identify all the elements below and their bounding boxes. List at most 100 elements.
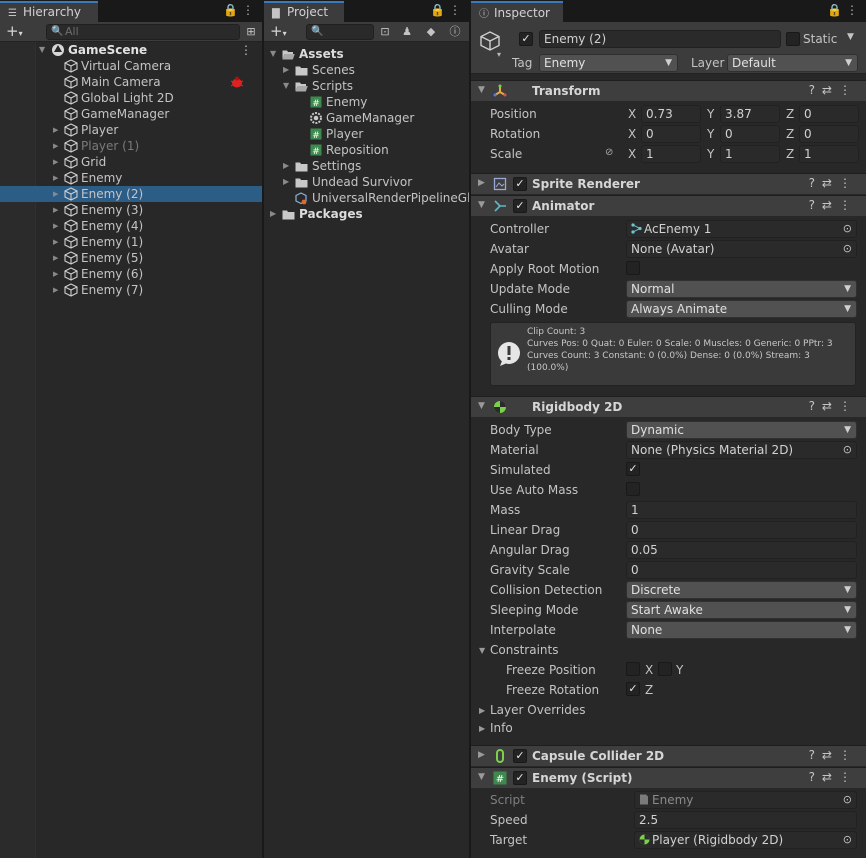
expand-arrow-icon[interactable]: ▶	[479, 724, 485, 733]
label-filter-icon[interactable]: ◆	[422, 24, 440, 40]
object-picker-icon[interactable]: ⊙	[843, 241, 852, 257]
component-controls[interactable]: ?⇄⋮	[809, 770, 858, 784]
collapse-arrow-icon[interactable]: ▼	[479, 646, 485, 655]
script-asset[interactable]: # Enemy	[264, 94, 469, 110]
hierarchy-item[interactable]: ▶ Enemy (4)	[0, 218, 262, 234]
expand-arrow-icon[interactable]: ▶	[53, 250, 58, 266]
project-tab-controls[interactable]: 🔒⋮	[430, 3, 465, 17]
hidden-packages-icon[interactable]: ⓘ	[446, 24, 464, 40]
expand-arrow-icon[interactable]: ▶	[53, 218, 58, 234]
collapse-arrow-icon[interactable]: ▼	[478, 772, 485, 782]
expand-arrow-icon[interactable]: ▶	[53, 122, 58, 138]
scene-row[interactable]: ▼ GameScene ⋮	[0, 42, 262, 58]
hierarchy-item[interactable]: Main Camera	[0, 74, 262, 90]
scenes-folder[interactable]: ▶ Scenes	[264, 62, 469, 78]
collapse-arrow-icon[interactable]: ▼	[478, 401, 485, 411]
expand-arrow-icon[interactable]: ▼	[39, 42, 45, 58]
expand-arrow-icon[interactable]: ▶	[479, 706, 485, 715]
scale-x-field[interactable]: 1	[641, 145, 701, 163]
update-mode-dropdown[interactable]: Normal ▼	[626, 280, 857, 298]
expand-arrow-icon[interactable]: ▶	[283, 62, 289, 78]
script-asset[interactable]: GameManager	[264, 110, 469, 126]
expand-arrow-icon[interactable]: ▶	[53, 186, 58, 202]
component-controls[interactable]: ?⇄⋮	[809, 176, 858, 190]
expand-arrow-icon[interactable]: ▶	[283, 158, 289, 174]
hierarchy-item[interactable]: Global Light 2D	[0, 90, 262, 106]
project-search-input[interactable]: 🔍	[306, 24, 374, 40]
hierarchy-item[interactable]: ▶ Enemy (1)	[0, 234, 262, 250]
rotation-y-field[interactable]: 0	[720, 125, 780, 143]
collision-detection-dropdown[interactable]: Discrete ▼	[626, 581, 857, 599]
object-picker-icon[interactable]: ⊙	[843, 792, 852, 808]
collapse-arrow-icon[interactable]: ▼	[270, 46, 276, 62]
component-controls[interactable]: ?⇄⋮	[809, 83, 858, 97]
scripts-folder[interactable]: ▼ Scripts	[264, 78, 469, 94]
hierarchy-item[interactable]: ▶ Enemy	[0, 170, 262, 186]
hierarchy-item[interactable]: ▶ Grid	[0, 154, 262, 170]
expand-arrow-icon[interactable]: ▶	[270, 206, 276, 222]
transform-header[interactable]: ▼ Transform ?⇄⋮	[471, 80, 866, 101]
sprite-renderer-header[interactable]: ▶ ✓ Sprite Renderer ?⇄⋮	[471, 173, 866, 194]
hierarchy-item[interactable]: ▶ Enemy (2)	[0, 186, 262, 202]
apply-root-motion-checkbox[interactable]	[626, 261, 640, 275]
freeze-position-x-checkbox[interactable]	[626, 662, 640, 676]
expand-arrow-icon[interactable]: ▶	[478, 178, 485, 188]
hierarchy-item[interactable]: ▶ Enemy (3)	[0, 202, 262, 218]
rotation-x-field[interactable]: 0	[641, 125, 701, 143]
gameobject-icon[interactable]	[479, 30, 501, 52]
filter-type-icon[interactable]: ♟	[398, 24, 416, 40]
freeze-position-y-checkbox[interactable]	[658, 662, 672, 676]
enemy-script-header[interactable]: ▼ # ✓ Enemy (Script) ?⇄⋮	[471, 767, 866, 788]
tab-hierarchy[interactable]: ☰ Hierarchy	[0, 1, 98, 22]
enemy-script-enabled-checkbox[interactable]: ✓	[513, 771, 527, 785]
layer-dropdown[interactable]: Default ▼	[727, 54, 858, 72]
expand-arrow-icon[interactable]: ▶	[53, 170, 58, 186]
scene-visibility-icon[interactable]: ⊞	[242, 24, 260, 40]
speed-field[interactable]: 2.5	[634, 811, 857, 829]
urp-asset[interactable]: UniversalRenderPipelineGlo	[264, 190, 469, 206]
use-auto-mass-checkbox[interactable]	[626, 482, 640, 496]
interpolate-dropdown[interactable]: None ▼	[626, 621, 857, 639]
hierarchy-item[interactable]: ▶ Enemy (7)	[0, 282, 262, 298]
gravity-scale-field[interactable]: 0	[626, 561, 857, 579]
component-controls[interactable]: ?⇄⋮	[809, 399, 858, 413]
expand-arrow-icon[interactable]: ▶	[53, 234, 58, 250]
hierarchy-item[interactable]: ▶ Player	[0, 122, 262, 138]
assets-folder[interactable]: ▼ Assets	[264, 46, 469, 62]
position-z-field[interactable]: 0	[799, 105, 859, 123]
settings-folder[interactable]: ▶ Settings	[264, 158, 469, 174]
physics-material-field[interactable]: None (Physics Material 2D) ⊙	[626, 441, 857, 459]
rigidbody-header[interactable]: ▼ Rigidbody 2D ?⇄⋮	[471, 396, 866, 417]
component-controls[interactable]: ?⇄⋮	[809, 748, 858, 762]
tab-project[interactable]: ▇ Project	[264, 1, 344, 22]
script-asset[interactable]: # Player	[264, 126, 469, 142]
rotation-z-field[interactable]: 0	[799, 125, 859, 143]
hierarchy-tab-controls[interactable]: 🔒⋮	[223, 3, 258, 17]
object-picker-icon[interactable]: ⊙	[843, 442, 852, 458]
scale-y-field[interactable]: 1	[720, 145, 780, 163]
search-by-type-icon[interactable]: ⊡	[376, 24, 394, 40]
linear-drag-field[interactable]: 0	[626, 521, 857, 539]
scene-menu-icon[interactable]: ⋮	[240, 42, 252, 58]
script-asset[interactable]: # Reposition	[264, 142, 469, 158]
static-checkbox[interactable]	[786, 32, 800, 46]
expand-arrow-icon[interactable]: ▶	[283, 174, 289, 190]
hierarchy-search-input[interactable]: 🔍 All	[46, 24, 240, 40]
script-reference-field[interactable]: Enemy ⊙	[634, 791, 857, 809]
animator-enabled-checkbox[interactable]: ✓	[513, 199, 527, 213]
collapse-arrow-icon[interactable]: ▼	[283, 78, 289, 94]
animator-header[interactable]: ▼ ✓ Animator ?⇄⋮	[471, 195, 866, 216]
tag-dropdown[interactable]: Enemy ▼	[539, 54, 678, 72]
culling-mode-dropdown[interactable]: Always Animate ▼	[626, 300, 857, 318]
position-x-field[interactable]: 0.73	[641, 105, 701, 123]
expand-arrow-icon[interactable]: ▶	[478, 750, 485, 760]
add-object-button[interactable]: +▾	[6, 23, 23, 42]
tab-inspector[interactable]: ⓘ Inspector	[471, 1, 563, 22]
undead-survivor-folder[interactable]: ▶ Undead Survivor	[264, 174, 469, 190]
freeze-rotation-z-checkbox[interactable]: ✓	[626, 682, 640, 696]
body-type-dropdown[interactable]: Dynamic ▼	[626, 421, 857, 439]
hierarchy-item[interactable]: ▶ Player (1)	[0, 138, 262, 154]
expand-arrow-icon[interactable]: ▶	[53, 282, 58, 298]
hierarchy-item[interactable]: Virtual Camera	[0, 58, 262, 74]
inspector-tab-controls[interactable]: 🔒⋮	[827, 3, 862, 17]
